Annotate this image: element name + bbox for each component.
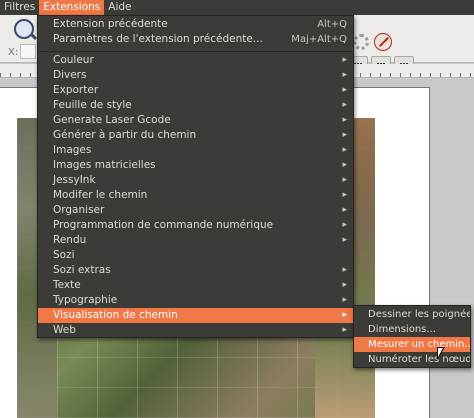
menu-item-sozi-extras[interactable]: Sozi extras ▸ <box>38 263 353 278</box>
submenu-arrow-icon: ▸ <box>342 160 347 170</box>
menu-item-couleur[interactable]: Couleur ▸ <box>38 53 353 68</box>
submenu-item-dessiner-poignees[interactable]: Dessiner les poignées <box>354 307 470 322</box>
submenu-arrow-icon: ▸ <box>342 325 347 335</box>
submenu-arrow-icon: ▸ <box>342 85 347 95</box>
menu-item-label: Modifer le chemin <box>53 189 148 201</box>
menu-item-label: Rendu <box>53 234 87 246</box>
submenu-arrow-icon: ▸ <box>342 190 347 200</box>
menu-item-label: Exporter <box>53 84 99 96</box>
menu-aide[interactable]: Aide <box>104 0 135 15</box>
menu-item-visualisation-chemin[interactable]: Visualisation de chemin ▸ <box>38 308 353 323</box>
menu-item-label: Organiser <box>53 204 105 216</box>
menu-item-generate-laser-gcode[interactable]: Generate Laser Gcode ▸ <box>38 113 353 128</box>
menu-item-label: Feuille de style <box>53 99 132 111</box>
submenu-arrow-icon: ▸ <box>342 100 347 110</box>
menu-item-typographie[interactable]: Typographie ▸ <box>38 293 353 308</box>
menu-item-images-matricielles[interactable]: Images matricielles ▸ <box>38 158 353 173</box>
menu-filtres[interactable]: Filtres <box>0 0 39 15</box>
gear-icon[interactable] <box>353 34 369 50</box>
submenu-arrow-icon: ▸ <box>342 175 347 185</box>
menu-item-web[interactable]: Web ▸ <box>38 323 353 338</box>
menu-item-label: Générer à partir du chemin <box>53 129 197 141</box>
menu-item-label: Extension précédente <box>53 18 168 30</box>
menu-item-exporter[interactable]: Exporter ▸ <box>38 83 353 98</box>
submenu-arrow-icon: ▸ <box>342 310 347 320</box>
menu-item-label: Web <box>53 324 76 336</box>
x-field[interactable] <box>20 44 36 59</box>
menu-item-label: Sozi extras <box>53 264 111 276</box>
menu-item-label: Generate Laser Gcode <box>53 114 171 126</box>
menu-extensions[interactable]: Extensions <box>39 0 105 15</box>
menu-item-label: Typographie <box>53 294 118 306</box>
menu-item-label: JessyInk <box>53 174 96 186</box>
submenu-arrow-icon: ▸ <box>342 295 347 305</box>
menu-item-sozi[interactable]: Sozi <box>38 248 353 263</box>
submenu-arrow-icon: ▸ <box>342 115 347 125</box>
menu-item-extension-precedente[interactable]: Extension précédente Alt+Q <box>38 17 353 32</box>
x-label: X: <box>8 47 19 58</box>
menubar: Filtres Extensions Aide <box>0 0 474 15</box>
submenu-item-dimensions[interactable]: Dimensions... <box>354 322 470 337</box>
menu-item-shortcut: Alt+Q <box>317 19 347 30</box>
submenu-arrow-icon: ▸ <box>342 220 347 230</box>
submenu-arrow-icon: ▸ <box>342 205 347 215</box>
extensions-dropdown: Extension précédente Alt+Q Paramètres de… <box>37 15 354 338</box>
menu-item-label: Sozi <box>53 249 75 261</box>
submenu-arrow-icon: ▸ <box>342 55 347 65</box>
menu-item-label: Images matricielles <box>53 159 156 171</box>
menu-item-images[interactable]: Images ▸ <box>38 143 353 158</box>
submenu-arrow-icon: ▸ <box>342 70 347 80</box>
menu-item-modifer-chemin[interactable]: Modifer le chemin ▸ <box>38 188 353 203</box>
menu-item-jessyink[interactable]: JessyInk ▸ <box>38 173 353 188</box>
submenu-arrow-icon: ▸ <box>342 235 347 245</box>
submenu-arrow-icon: ▸ <box>342 145 347 155</box>
submenu-item-numeroter-noeuds[interactable]: Numéroter les nœuds... <box>354 352 470 367</box>
submenu-arrow-icon: ▸ <box>342 280 347 290</box>
menu-item-parametres-extension[interactable]: Paramètres de l'extension précédente... … <box>38 32 353 47</box>
submenu-arrow-icon: ▸ <box>342 130 347 140</box>
pen-icon[interactable] <box>374 33 392 51</box>
zoom-icon[interactable] <box>14 19 34 39</box>
menu-item-label: Paramètres de l'extension précédente... <box>53 33 263 45</box>
submenu-item-mesurer-chemin[interactable]: Mesurer un chemin... <box>354 337 470 352</box>
menu-item-feuille-de-style[interactable]: Feuille de style ▸ <box>38 98 353 113</box>
submenu-arrow-icon: ▸ <box>342 265 347 275</box>
menu-item-programmation-cn[interactable]: Programmation de commande numérique ▸ <box>38 218 353 233</box>
menu-item-label: Programmation de commande numérique <box>53 219 274 231</box>
mouse-cursor-icon <box>437 347 445 360</box>
menu-item-label: Couleur <box>53 54 94 66</box>
menu-item-divers[interactable]: Divers ▸ <box>38 68 353 83</box>
visualisation-submenu: Dessiner les poignées Dimensions... Mesu… <box>353 305 471 368</box>
menu-item-label: Divers <box>53 69 87 81</box>
menu-item-rendu[interactable]: Rendu ▸ <box>38 233 353 248</box>
menu-item-label: Texte <box>53 279 81 291</box>
menu-item-label: Images <box>53 144 92 156</box>
menu-item-shortcut: Maj+Alt+Q <box>291 34 347 45</box>
menu-item-generer-chemin[interactable]: Générer à partir du chemin ▸ <box>38 128 353 143</box>
menu-item-label: Visualisation de chemin <box>53 309 178 321</box>
menu-item-texte[interactable]: Texte ▸ <box>38 278 353 293</box>
menu-item-organiser[interactable]: Organiser ▸ <box>38 203 353 218</box>
menu-separator <box>39 51 352 52</box>
